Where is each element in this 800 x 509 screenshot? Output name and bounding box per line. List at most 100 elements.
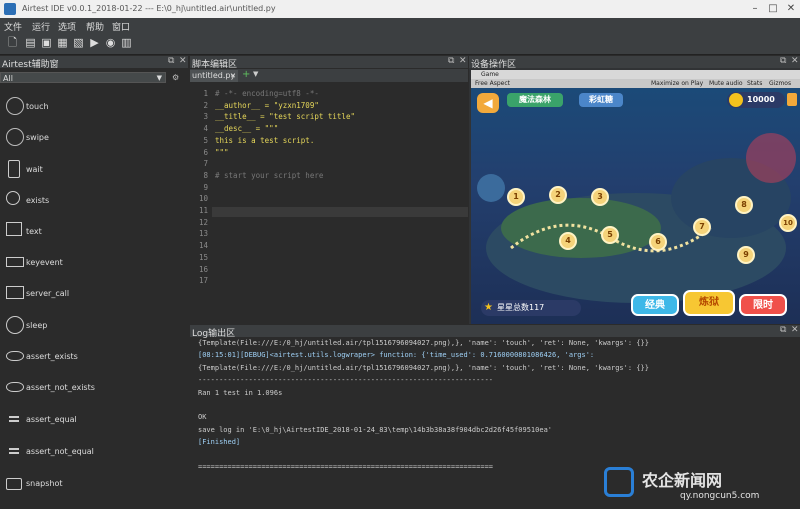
mode-purgatory-button[interactable]: 炼狱 — [683, 290, 735, 316]
maximize-icon[interactable]: □ — [766, 2, 780, 16]
api-item-swipe[interactable]: swipe — [0, 122, 188, 152]
api-item-touch[interactable]: touch — [0, 91, 188, 121]
level-node[interactable]: 8 — [735, 196, 753, 214]
api-item-sleep[interactable]: sleep — [0, 310, 188, 340]
log-line: ========================================… — [198, 463, 494, 471]
game-toolbar: Free Aspect Maximize on Play Mute audio … — [471, 79, 800, 88]
line-number: 3 — [203, 112, 208, 122]
level-node[interactable]: 10 — [779, 214, 797, 232]
api-item-assert-exists[interactable]: assert_exists — [0, 341, 188, 371]
stop-icon[interactable]: ◉ — [104, 36, 117, 49]
close-tab-icon[interactable]: ✕ — [230, 70, 236, 82]
api-item-assert-equal[interactable]: assert_equal — [0, 404, 188, 434]
line-number: 15 — [198, 252, 208, 262]
game-scene[interactable]: ◀ 魔法森林 彩虹糖 10000 1 2 3 4 5 6 7 8 9 10 ★ … — [471, 88, 800, 324]
chevron-down-icon[interactable]: ▼ — [253, 70, 258, 78]
add-tab-icon[interactable]: + — [242, 69, 250, 80]
device-screen[interactable]: Game Free Aspect Maximize on Play Mute a… — [471, 70, 800, 324]
gizmos-toggle[interactable]: Gizmos — [769, 80, 791, 87]
script-editor-panel: 脚本编辑区 ⧉ ✕ untitled.py ✕ + ▼ 1 # -*- encod… — [190, 56, 468, 324]
mute-audio-toggle[interactable]: Mute audio — [709, 80, 743, 87]
log-line: {Template(File:///E:/0_hj/untitled.air/t… — [198, 339, 649, 347]
close-icon[interactable]: ✕ — [784, 2, 798, 16]
maximize-on-play-toggle[interactable]: Maximize on Play — [651, 80, 703, 87]
equal-icon — [9, 416, 19, 422]
minimize-icon[interactable]: – — [748, 2, 762, 16]
api-item-label: snapshot — [26, 479, 63, 488]
export-icon[interactable]: ▧ — [72, 36, 85, 49]
banner-candy[interactable]: 彩虹糖 — [579, 93, 623, 107]
line-number: 14 — [198, 241, 208, 251]
api-item-server-call[interactable]: server_call — [0, 278, 188, 308]
save-as-icon[interactable]: ▦ — [56, 36, 69, 49]
float-icon[interactable]: ⧉ — [168, 56, 174, 66]
api-item-label: swipe — [26, 133, 49, 142]
star-icon: ★ — [484, 302, 493, 313]
report-icon[interactable]: ▥ — [120, 36, 133, 49]
banner-forest[interactable]: 魔法森林 — [507, 93, 563, 107]
window-title: Airtest IDE v0.0.1_2018-01-22 --- E:\0_h… — [22, 4, 276, 13]
line-number: 7 — [203, 159, 208, 169]
panel-close-icon[interactable]: ✕ — [791, 325, 799, 335]
new-file-icon[interactable]: 🗋 — [6, 36, 19, 49]
eye-icon — [6, 351, 24, 361]
api-item-label: assert_equal — [26, 415, 77, 424]
api-item-label: assert_not_exists — [26, 383, 95, 392]
level-node[interactable]: 9 — [737, 246, 755, 264]
add-coins-icon[interactable] — [787, 93, 797, 106]
api-item-exists[interactable]: exists — [0, 185, 188, 215]
game-tab: Game — [471, 70, 800, 79]
mode-timed-button[interactable]: 限时 — [739, 294, 787, 316]
magnifier-icon — [6, 191, 20, 205]
line-number: 12 — [198, 217, 208, 227]
save-icon[interactable]: ▣ — [40, 36, 53, 49]
line-number: 10 — [198, 194, 208, 204]
run-icon[interactable]: ▶ — [88, 36, 101, 49]
panel-header: 脚本编辑区 ⧉ ✕ — [190, 56, 468, 70]
code-line: __desc__ = """ — [215, 124, 279, 134]
settings-icon[interactable]: ⚙ — [172, 73, 182, 82]
coin-value: 10000 — [747, 95, 775, 104]
aspect-select[interactable]: Free Aspect — [475, 80, 510, 87]
mode-classic-button[interactable]: 经典 — [631, 294, 679, 316]
toolbar: 🗋 ▤ ▣ ▦ ▧ ▶ ◉ ▥ — [0, 32, 800, 55]
api-item-assert-not-exists[interactable]: assert_not_exists — [0, 372, 188, 402]
panel-close-icon[interactable]: ✕ — [791, 56, 799, 66]
level-node[interactable]: 4 — [559, 232, 577, 250]
float-icon[interactable]: ⧉ — [448, 56, 454, 66]
api-item-wait[interactable]: wait — [0, 154, 188, 184]
chevron-down-icon: ▼ — [156, 74, 162, 82]
api-filter-select[interactable]: All ▼ — [0, 72, 166, 83]
panel-close-icon[interactable]: ✕ — [459, 56, 467, 66]
back-arrow-icon[interactable]: ◀ — [477, 93, 499, 113]
panel-header: Log输出区 ⧉ ✕ — [190, 325, 800, 339]
line-number: 16 — [198, 264, 208, 274]
line-number: 17 — [198, 276, 208, 286]
api-item-text[interactable]: text — [0, 216, 188, 246]
api-item-snapshot[interactable]: snapshot — [0, 468, 188, 498]
float-icon[interactable]: ⧉ — [780, 325, 786, 335]
api-item-keyevent[interactable]: keyevent — [0, 247, 188, 277]
tab-untitled-py[interactable]: untitled.py ✕ — [190, 70, 238, 82]
level-node[interactable]: 3 — [591, 188, 609, 206]
text-box-icon — [6, 222, 22, 236]
level-node[interactable]: 5 — [601, 226, 619, 244]
log-line: ----------------------------------------… — [198, 376, 494, 385]
level-node[interactable]: 6 — [649, 233, 667, 251]
open-file-icon[interactable]: ▤ — [24, 36, 37, 49]
stats-toggle[interactable]: Stats — [747, 80, 762, 87]
watermark-url: qy.nongcun5.com — [680, 491, 760, 501]
title-bar: Airtest IDE v0.0.1_2018-01-22 --- E:\0_h… — [0, 0, 800, 18]
float-icon[interactable]: ⧉ — [780, 56, 786, 66]
level-node[interactable]: 2 — [549, 186, 567, 204]
code-area[interactable]: 1 # -*- encoding=utf8 -*- 2 __author__ = "y… — [190, 83, 468, 324]
editor-tab-bar: untitled.py ✕ + ▼ — [190, 69, 468, 82]
panel-close-icon[interactable]: ✕ — [179, 56, 187, 66]
api-item-assert-not-equal[interactable]: assert_not_equal — [0, 436, 188, 466]
watermark-logo-icon — [604, 467, 634, 497]
log-line: {Template(File:///E:/0_hj/untitled.air/t… — [198, 363, 649, 372]
level-node[interactable]: 1 — [507, 188, 525, 206]
api-item-label: assert_not_equal — [26, 447, 94, 456]
tab-label: untitled.py — [192, 71, 236, 80]
level-node[interactable]: 7 — [693, 218, 711, 236]
